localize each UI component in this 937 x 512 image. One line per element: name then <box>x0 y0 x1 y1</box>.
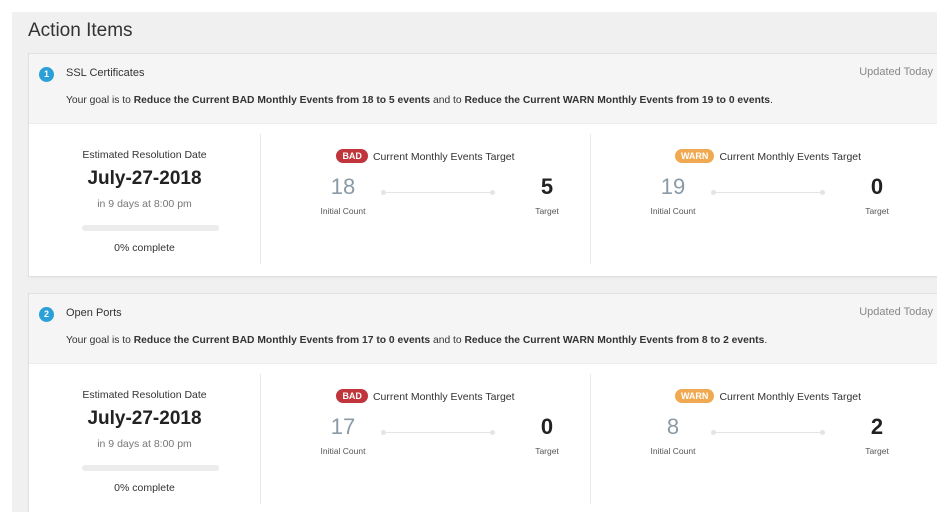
bad-initial-count: 17 <box>330 414 356 439</box>
goal-bad: Reduce the Current BAD Monthly Events fr… <box>133 95 431 106</box>
warn-target-column: WARN Current Monthly Events Target 8 Init… <box>591 374 937 504</box>
progress-label: 0% complete <box>114 242 175 254</box>
bad-target-label: Current Monthly Events Target <box>372 391 515 403</box>
track-end-dot <box>490 190 495 195</box>
bad-target-value: 5 <box>540 174 554 199</box>
goal-warn: Reduce the Current WARN Monthly Events f… <box>464 95 771 106</box>
track-end-dot <box>490 430 495 435</box>
updated-status: Updated Today <box>859 306 933 318</box>
bad-target-column: BAD Current Monthly Events Target 18 Init… <box>261 134 591 264</box>
goal-text: Your goal is to Reduce the Current BAD M… <box>66 335 767 346</box>
item-number-badge: 2 <box>39 307 54 322</box>
item-number-badge: 1 <box>39 67 54 82</box>
warn-target-value-label: Target <box>865 446 889 456</box>
warn-target-heading: WARN Current Monthly Events Target <box>591 149 937 163</box>
progress-bar <box>82 225 219 231</box>
goal-bad: Reduce the Current BAD Monthly Events fr… <box>133 335 431 346</box>
warn-target-value-label: Target <box>865 206 889 216</box>
card-header: 2 Open Ports Updated Today Your goal is … <box>29 294 937 364</box>
bad-target-column: BAD Current Monthly Events Target 17 Init… <box>261 374 591 504</box>
warn-target-label: Current Monthly Events Target <box>719 391 862 403</box>
warn-initial-label: Initial Count <box>650 206 696 216</box>
track-end-dot <box>820 430 825 435</box>
warn-initial-count: 19 <box>660 174 686 199</box>
track-line <box>384 432 493 433</box>
action-item-card-ssl: 1 SSL Certificates Updated Today Your go… <box>29 54 937 276</box>
goal-middle: and to <box>430 335 465 346</box>
warn-target-value: 0 <box>870 174 884 199</box>
warn-badge: WARN <box>674 389 715 403</box>
bad-target-value-label: Target <box>535 446 559 456</box>
resolution-eta: in 9 days at 8:00 pm <box>97 438 192 450</box>
bad-initial-label: Initial Count <box>320 206 366 216</box>
resolution-date: July-27-2018 <box>87 168 202 189</box>
bad-initial-label: Initial Count <box>320 446 366 456</box>
resolution-column: Estimated Resolution Date July-27-2018 i… <box>29 374 261 504</box>
bad-target-heading: BAD Current Monthly Events Target <box>261 389 590 403</box>
resolution-column: Estimated Resolution Date July-27-2018 i… <box>29 134 261 264</box>
card-body: Estimated Resolution Date July-27-2018 i… <box>29 364 937 512</box>
updated-status: Updated Today <box>859 66 933 78</box>
goal-warn: Reduce the Current WARN Monthly Events f… <box>464 335 765 346</box>
goal-text: Your goal is to Reduce the Current BAD M… <box>66 95 773 106</box>
resolution-eta: in 9 days at 8:00 pm <box>97 198 192 210</box>
goal-suffix: . <box>770 95 773 106</box>
resolution-label: Estimated Resolution Date <box>82 389 207 401</box>
resolution-label: Estimated Resolution Date <box>82 149 207 161</box>
bad-initial-count: 18 <box>330 174 356 199</box>
action-items-page: Action Items 1 SSL Certificates Updated … <box>12 12 937 512</box>
progress-label: 0% complete <box>114 482 175 494</box>
warn-target-column: WARN Current Monthly Events Target 19 Ini… <box>591 134 937 264</box>
goal-middle: and to <box>430 95 465 106</box>
warn-target-value: 2 <box>870 414 884 439</box>
track-line <box>714 192 823 193</box>
bad-target-value: 0 <box>540 414 554 439</box>
bad-target-value-label: Target <box>535 206 559 216</box>
warn-target-label: Current Monthly Events Target <box>719 151 862 163</box>
track-line <box>714 432 823 433</box>
progress-bar <box>82 465 219 471</box>
warn-initial-label: Initial Count <box>650 446 696 456</box>
warn-target-heading: WARN Current Monthly Events Target <box>591 389 937 403</box>
goal-suffix: . <box>764 335 768 346</box>
card-title[interactable]: Open Ports <box>66 307 122 319</box>
goal-prefix: Your goal is to <box>66 95 134 106</box>
track-line <box>384 192 493 193</box>
bad-badge: BAD <box>336 389 368 403</box>
bad-target-label: Current Monthly Events Target <box>372 151 515 163</box>
card-title[interactable]: SSL Certificates <box>66 67 144 79</box>
goal-prefix: Your goal is to <box>66 335 134 346</box>
card-body: Estimated Resolution Date July-27-2018 i… <box>29 124 937 276</box>
track-end-dot <box>820 190 825 195</box>
bad-target-heading: BAD Current Monthly Events Target <box>261 149 590 163</box>
page-title: Action Items <box>28 20 133 41</box>
bad-badge: BAD <box>336 149 368 163</box>
warn-badge: WARN <box>674 149 715 163</box>
resolution-date: July-27-2018 <box>87 408 202 429</box>
action-item-card-ports: 2 Open Ports Updated Today Your goal is … <box>29 294 937 512</box>
card-header: 1 SSL Certificates Updated Today Your go… <box>29 54 937 124</box>
warn-initial-count: 8 <box>666 414 680 439</box>
